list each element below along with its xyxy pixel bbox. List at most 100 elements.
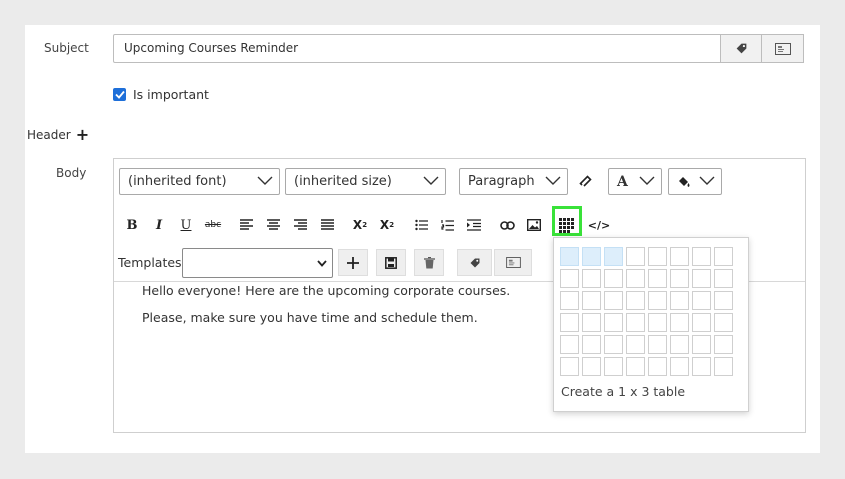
table-picker-cell[interactable] — [692, 269, 711, 288]
table-picker-cell[interactable] — [626, 269, 645, 288]
table-picker-cell[interactable] — [582, 291, 601, 310]
delete-template-button[interactable] — [414, 249, 444, 276]
chevron-down-icon — [699, 176, 715, 185]
table-picker-cell[interactable] — [604, 357, 623, 376]
align-left-icon[interactable] — [236, 216, 256, 234]
table-picker-cell[interactable] — [604, 291, 623, 310]
chevron-down-icon — [545, 176, 561, 185]
table-picker-cell[interactable] — [670, 335, 689, 354]
format-select-value: Paragraph — [468, 174, 535, 189]
table-picker-cell[interactable] — [648, 335, 667, 354]
table-picker-cell[interactable] — [560, 335, 579, 354]
align-center-icon[interactable] — [263, 216, 283, 234]
table-picker-cell[interactable] — [582, 357, 601, 376]
table-picker-cell[interactable] — [626, 335, 645, 354]
bold-icon[interactable]: B — [122, 216, 142, 234]
table-picker-cell[interactable] — [714, 291, 733, 310]
table-picker-cell[interactable] — [626, 291, 645, 310]
table-picker-cell[interactable] — [670, 269, 689, 288]
body-line-1[interactable]: Hello everyone! Here are the upcoming co… — [142, 283, 510, 298]
plus-icon[interactable]: + — [76, 127, 89, 143]
table-picker-cell[interactable] — [714, 247, 733, 266]
table-picker-grid — [560, 247, 733, 376]
table-picker-cell[interactable] — [692, 291, 711, 310]
numbered-list-icon[interactable] — [437, 216, 457, 234]
table-picker-cell[interactable] — [670, 247, 689, 266]
tag-button[interactable] — [720, 34, 763, 63]
align-right-icon[interactable] — [290, 216, 310, 234]
table-picker-cell[interactable] — [626, 357, 645, 376]
table-picker-cell[interactable] — [582, 335, 601, 354]
subject-input[interactable]: Upcoming Courses Reminder — [113, 34, 721, 63]
eraser-icon — [579, 175, 592, 187]
size-select-value: (inherited size) — [294, 174, 392, 189]
add-template-button[interactable] — [338, 249, 368, 276]
font-color-select[interactable]: A — [608, 168, 662, 195]
table-picker-cell[interactable] — [560, 291, 579, 310]
table-picker-cell[interactable] — [560, 357, 579, 376]
templates-label: Templates: — [118, 255, 186, 270]
insert-field-icon — [774, 42, 791, 55]
indent-icon[interactable] — [464, 216, 484, 234]
highlight-color-select[interactable] — [668, 168, 722, 195]
source-code-icon[interactable]: </> — [588, 216, 610, 234]
underline-icon[interactable]: U — [176, 216, 196, 234]
insert-field-button[interactable] — [761, 34, 804, 63]
link-icon[interactable] — [497, 216, 517, 234]
table-picker-cell[interactable] — [714, 335, 733, 354]
plus-icon — [347, 256, 359, 269]
template-insert-field-button[interactable] — [494, 249, 532, 276]
table-picker-caption: Create a 1 x 3 table — [561, 384, 686, 399]
templates-select[interactable] — [182, 248, 333, 278]
table-picker-cell[interactable] — [648, 291, 667, 310]
table-picker-cell[interactable] — [604, 247, 623, 266]
italic-icon[interactable]: I — [149, 216, 169, 234]
table-picker-cell[interactable] — [626, 247, 645, 266]
table-picker-cell[interactable] — [648, 269, 667, 288]
subscript-icon[interactable]: X2 — [350, 216, 370, 234]
table-picker-cell[interactable] — [670, 357, 689, 376]
table-picker-cell[interactable] — [582, 269, 601, 288]
table-picker-cell[interactable] — [670, 313, 689, 332]
image-icon[interactable] — [524, 216, 544, 234]
table-picker-cell[interactable] — [582, 313, 601, 332]
table-picker-cell[interactable] — [604, 269, 623, 288]
body-line-2[interactable]: Please, make sure you have time and sche… — [142, 310, 478, 325]
template-tag-button[interactable] — [457, 249, 492, 276]
table-picker-cell[interactable] — [560, 313, 579, 332]
table-picker-cell[interactable] — [692, 335, 711, 354]
table-picker-cell[interactable] — [714, 357, 733, 376]
table-picker-cell[interactable] — [626, 313, 645, 332]
bullet-list-icon[interactable] — [411, 216, 431, 234]
size-select[interactable]: (inherited size) — [285, 168, 446, 195]
table-picker-cell[interactable] — [692, 357, 711, 376]
save-icon — [385, 256, 397, 269]
save-template-button[interactable] — [376, 249, 406, 276]
align-justify-icon[interactable] — [317, 216, 337, 234]
table-button-highlight — [552, 206, 582, 236]
format-select[interactable]: Paragraph — [459, 168, 568, 195]
insert-field-icon — [505, 257, 521, 268]
checkmark-icon — [114, 90, 125, 99]
table-picker-cell[interactable] — [714, 269, 733, 288]
is-important-checkbox[interactable] — [113, 88, 126, 101]
table-picker-cell[interactable] — [560, 247, 579, 266]
superscript-icon[interactable]: X2 — [377, 216, 397, 234]
strikethrough-icon[interactable]: abc — [203, 216, 223, 234]
table-picker-cell[interactable] — [714, 313, 733, 332]
table-picker-cell[interactable] — [604, 335, 623, 354]
tag-icon — [470, 258, 479, 267]
table-picker-cell[interactable] — [648, 247, 667, 266]
subject-label: Subject — [44, 41, 89, 55]
font-select[interactable]: (inherited font) — [119, 168, 280, 195]
paint-bucket-icon — [679, 177, 690, 187]
table-picker-cell[interactable] — [560, 269, 579, 288]
table-picker-cell[interactable] — [582, 247, 601, 266]
clear-format-button[interactable] — [579, 174, 593, 191]
table-picker-cell[interactable] — [670, 291, 689, 310]
table-picker-cell[interactable] — [692, 247, 711, 266]
table-picker-cell[interactable] — [692, 313, 711, 332]
table-picker-cell[interactable] — [648, 357, 667, 376]
table-picker-cell[interactable] — [648, 313, 667, 332]
table-picker-cell[interactable] — [604, 313, 623, 332]
